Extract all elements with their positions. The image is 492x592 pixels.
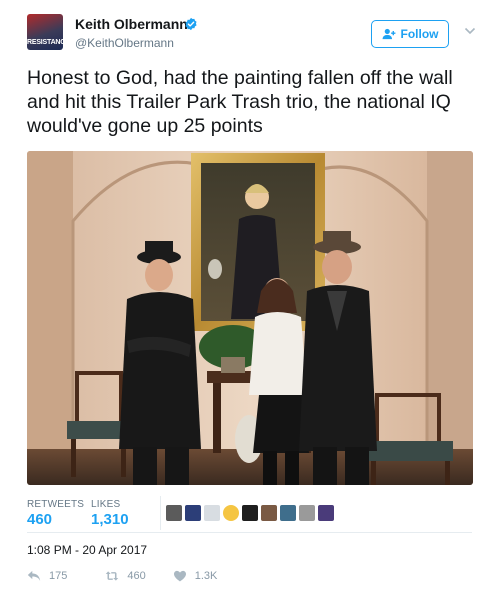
reply-icon <box>27 570 41 581</box>
likes-count[interactable]: 1,310 <box>91 511 129 528</box>
tweet-text: Honest to God, had the painting fallen o… <box>27 67 453 137</box>
heart-icon <box>173 570 186 582</box>
caret-down-icon[interactable] <box>464 26 476 36</box>
liker-avatar[interactable] <box>223 505 239 521</box>
follow-person-icon <box>382 28 395 40</box>
reply-count: 175 <box>49 570 68 582</box>
liker-avatar[interactable] <box>166 505 182 521</box>
liker-avatar[interactable] <box>185 505 201 521</box>
retweets-count[interactable]: 460 <box>27 511 52 528</box>
author-handle[interactable]: @KeithOlbermann <box>75 36 174 50</box>
follow-button[interactable]: Follow <box>371 20 449 48</box>
avatar-text: RESISTANCE <box>27 39 63 46</box>
retweet-icon <box>106 571 119 581</box>
like-button[interactable]: 1.3K <box>173 570 218 582</box>
author-display-name[interactable]: Keith Olbermann <box>75 16 188 32</box>
liker-avatar[interactable] <box>261 505 277 521</box>
retweet-button[interactable]: 460 <box>105 570 146 582</box>
liker-avatar[interactable] <box>318 505 334 521</box>
verified-badge-icon <box>185 17 197 31</box>
tweet-photo[interactable] <box>27 151 473 485</box>
likers-avatars <box>166 505 334 521</box>
retweet-count: 460 <box>127 570 146 582</box>
author-avatar[interactable]: RESISTANCE <box>27 14 63 50</box>
liker-avatar[interactable] <box>204 505 220 521</box>
reply-button[interactable]: 175 <box>27 570 67 582</box>
liker-avatar[interactable] <box>280 505 296 521</box>
like-count: 1.3K <box>194 570 218 582</box>
liker-avatar[interactable] <box>242 505 258 521</box>
tweet-actions: 175 460 1.3K <box>27 568 217 584</box>
retweets-label: RETWEETS <box>27 499 85 510</box>
divider <box>27 532 472 533</box>
stats-divider <box>160 496 161 530</box>
tweet-timestamp[interactable]: 1:08 PM - 20 Apr 2017 <box>27 543 147 557</box>
liker-avatar[interactable] <box>299 505 315 521</box>
likes-label: LIKES <box>91 499 121 510</box>
follow-label: Follow <box>400 27 439 41</box>
